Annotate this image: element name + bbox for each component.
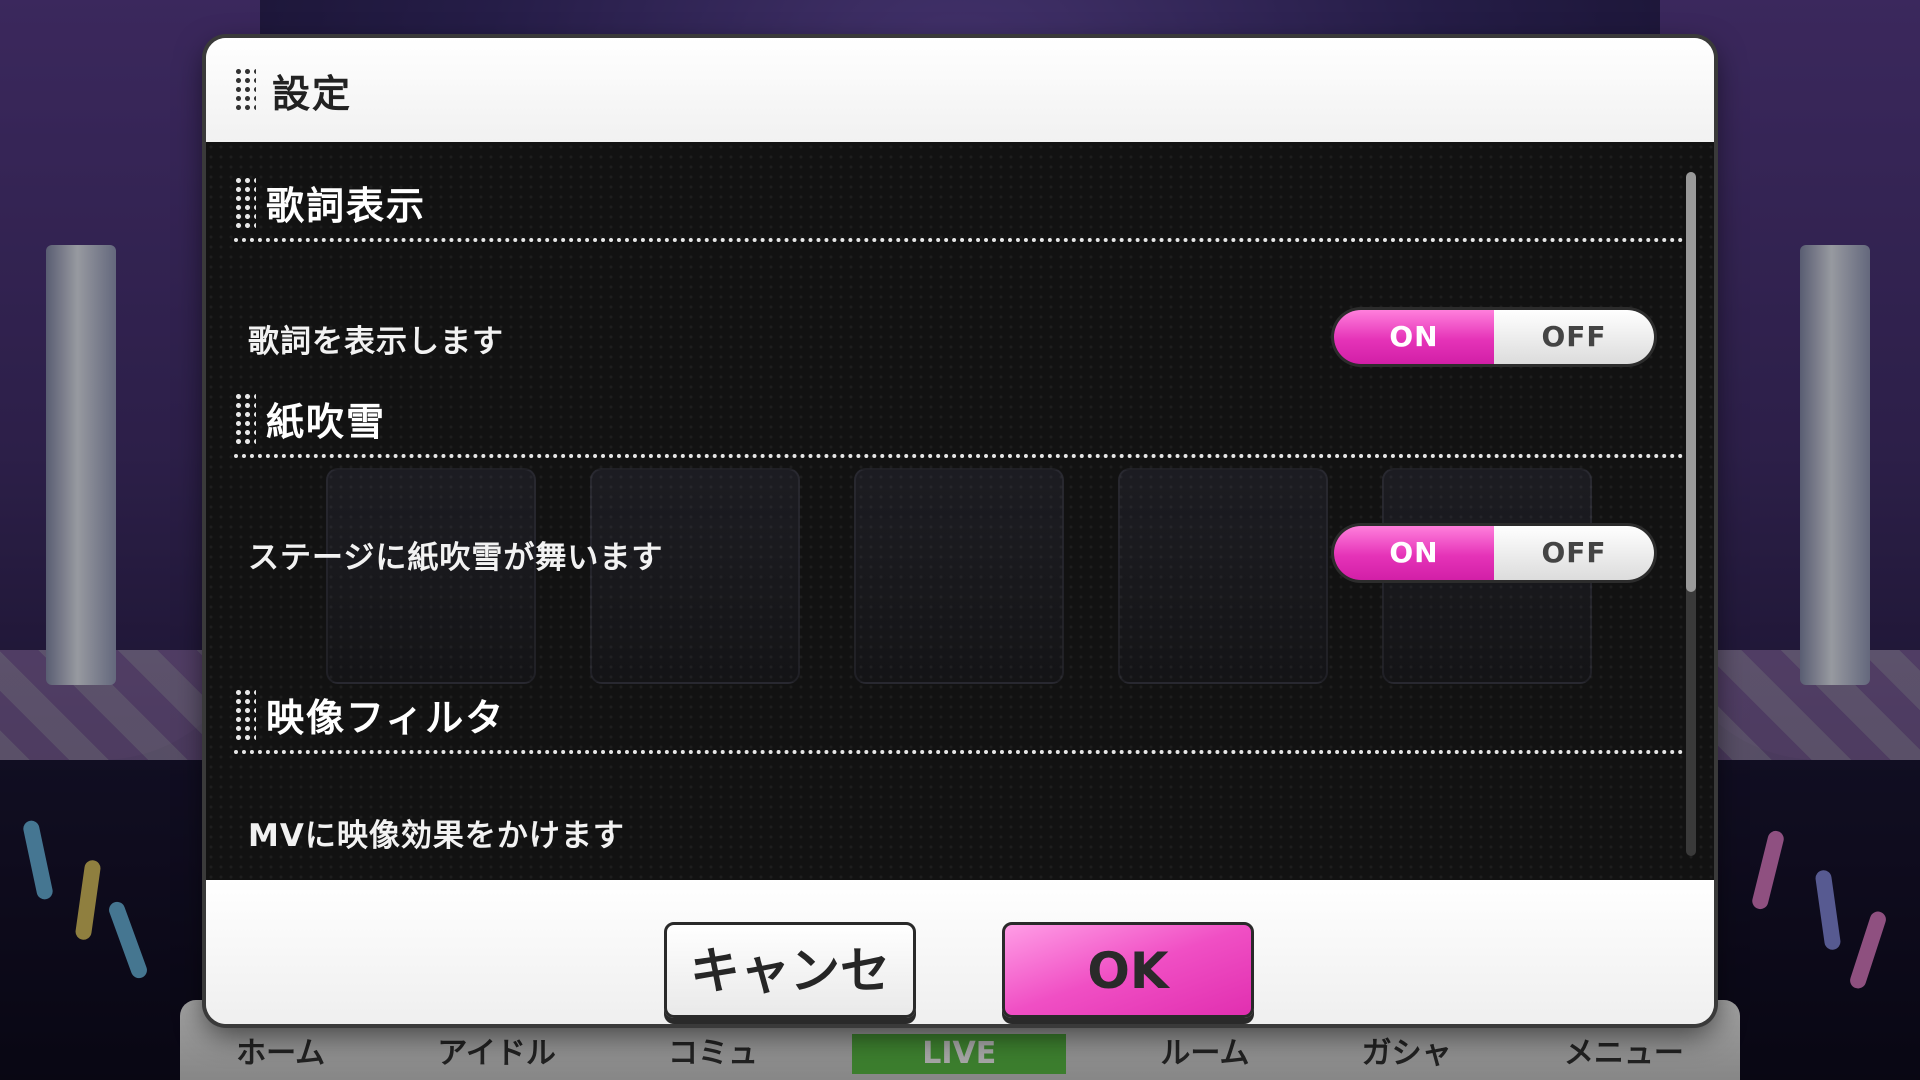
ok-button[interactable]: OK	[1002, 922, 1254, 1018]
section-title: 映像フィルタ	[266, 695, 506, 740]
confetti-toggle-on[interactable]: ON	[1334, 526, 1494, 580]
settings-list[interactable]: 歌詞表示 歌詞を表示します ON OFF 紙吹雪 ステージに紙吹雪が舞います O…	[206, 142, 1714, 880]
section-video-filter: 映像フィルタ	[234, 678, 1684, 754]
lyrics-setting-label: 歌詞を表示します	[248, 324, 504, 360]
lyrics-toggle: ON OFF	[1334, 310, 1654, 364]
confetti-setting-label: ステージに紙吹雪が舞います	[248, 540, 664, 576]
idol-card-ghost	[854, 468, 1064, 684]
dialog-footer: キャンセル OK	[206, 880, 1714, 1024]
section-lyrics: 歌詞表示	[234, 166, 1684, 242]
dots-icon	[234, 688, 256, 740]
scrollbar-thumb[interactable]	[1686, 172, 1696, 592]
section-title: 紙吹雪	[266, 399, 387, 444]
video-filter-setting-label: MVに映像効果をかけます	[248, 818, 625, 854]
dots-icon	[234, 176, 256, 228]
cancel-button[interactable]: キャンセル	[664, 922, 916, 1018]
lyrics-toggle-off[interactable]: OFF	[1494, 310, 1654, 364]
section-confetti: 紙吹雪	[234, 382, 1684, 458]
idol-card-ghost	[1118, 468, 1328, 684]
confetti-toggle-off[interactable]: OFF	[1494, 526, 1654, 580]
confetti-toggle: ON OFF	[1334, 526, 1654, 580]
settings-dialog: 設定 歌詞表示 歌詞を表示します ON OFF 紙吹雪 ステージに紙吹雪が舞いま…	[206, 38, 1714, 1024]
dots-icon	[234, 392, 256, 444]
dialog-title: 設定	[272, 71, 353, 116]
section-title: 歌詞表示	[266, 183, 427, 228]
dialog-header: 設定	[206, 38, 1714, 142]
lyrics-toggle-on[interactable]: ON	[1334, 310, 1494, 364]
dots-icon	[234, 67, 256, 113]
